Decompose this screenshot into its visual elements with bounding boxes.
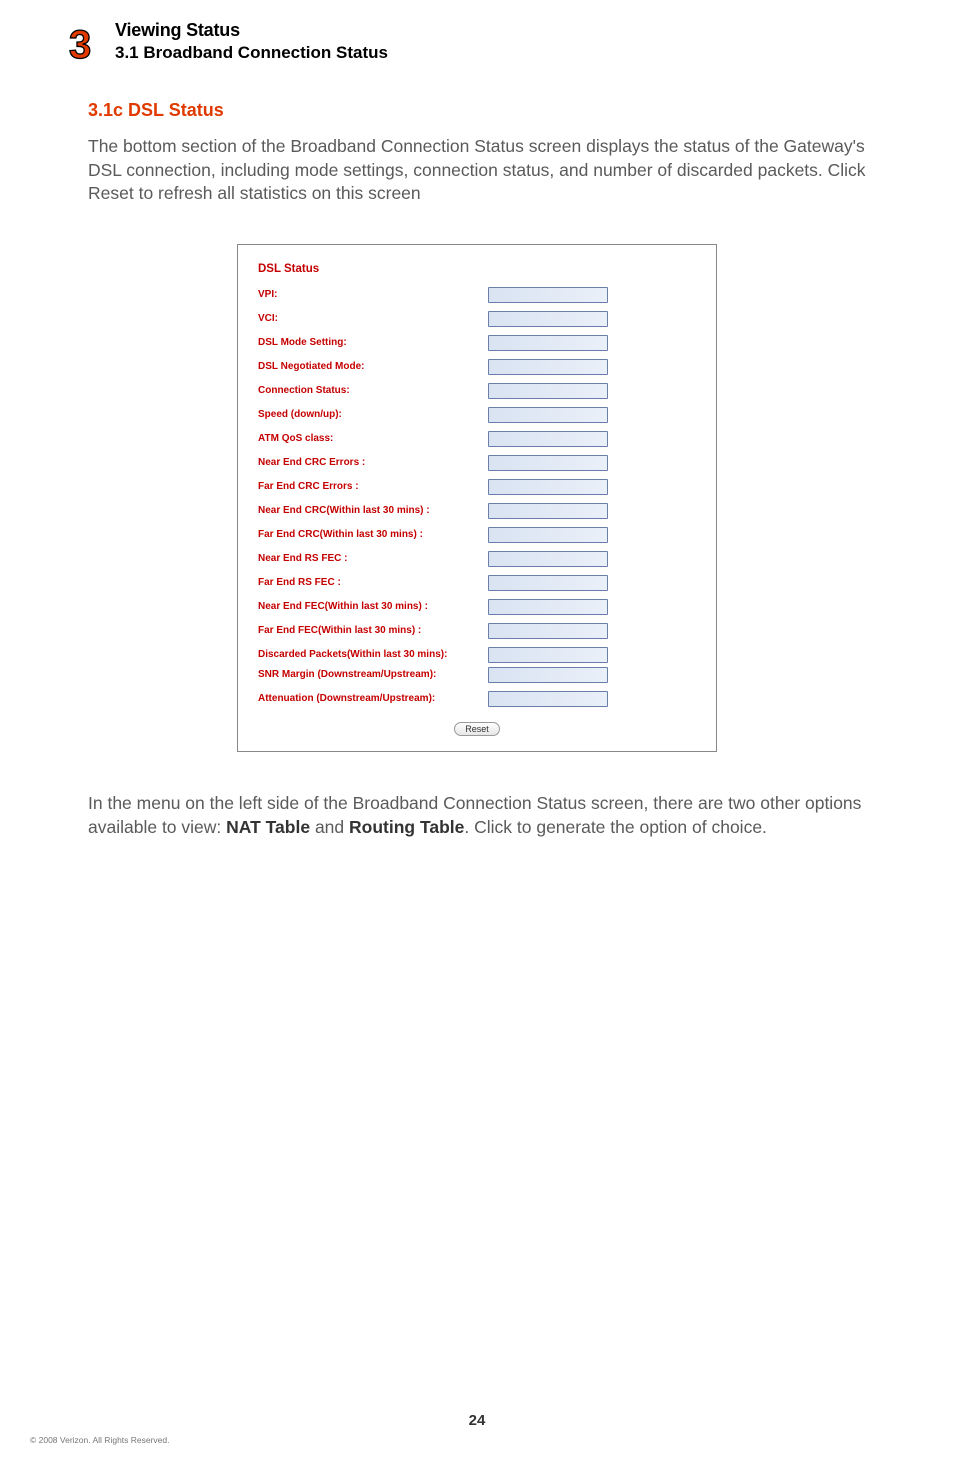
copyright-text: © 2008 Verizon. All Rights Reserved. [30, 1435, 170, 1445]
header-titles: Viewing Status 3.1 Broadband Connection … [115, 20, 388, 63]
figure-row: ATM QoS class: [258, 431, 696, 447]
figure-row-value [488, 359, 608, 375]
figure-row-value [488, 599, 608, 615]
chapter-number-icon: 3 [65, 20, 103, 64]
figure-row-label: VCI: [258, 313, 488, 324]
figure-row: Attenuation (Downstream/Upstream): [258, 691, 696, 707]
figure-row-label: Speed (down/up): [258, 409, 488, 420]
figure-row-value [488, 551, 608, 567]
figure-row-label: Far End FEC(Within last 30 mins) : [258, 625, 488, 636]
figure-row: Connection Status: [258, 383, 696, 399]
figure-row-label: Near End CRC Errors : [258, 457, 488, 468]
figure-row-value [488, 623, 608, 639]
p2-bold-routing: Routing Table [349, 817, 464, 837]
figure-row: Near End RS FEC : [258, 551, 696, 567]
figure-row-label: DSL Negotiated Mode: [258, 361, 488, 372]
figure-row-label: SNR Margin (Downstream/Upstream): [258, 669, 488, 680]
figure-row-label: Near End FEC(Within last 30 mins) : [258, 601, 488, 612]
figure-row: Far End FEC(Within last 30 mins) : [258, 623, 696, 639]
p2-text-mid: and [310, 817, 349, 837]
figure-row: Speed (down/up): [258, 407, 696, 423]
figure-row: Discarded Packets(Within last 30 mins): [258, 647, 696, 663]
p2-bold-nat: NAT Table [226, 817, 310, 837]
figure-title: DSL Status [258, 263, 696, 275]
figure-row: Near End CRC Errors : [258, 455, 696, 471]
title-sub: 3.1 Broadband Connection Status [115, 43, 388, 63]
title-main: Viewing Status [115, 20, 388, 41]
figure-row-value [488, 287, 608, 303]
figure-row-value [488, 383, 608, 399]
figure-row-value [488, 311, 608, 327]
figure-row-label: DSL Mode Setting: [258, 337, 488, 348]
figure-row-value [488, 455, 608, 471]
content-area: 3.1c DSL Status The bottom section of th… [0, 64, 954, 839]
figure-row: DSL Negotiated Mode: [258, 359, 696, 375]
figure-row-label: ATM QoS class: [258, 433, 488, 444]
figure-row-label: Far End CRC Errors : [258, 481, 488, 492]
figure-row: Near End FEC(Within last 30 mins) : [258, 599, 696, 615]
figure-button-row: Reset [258, 719, 696, 737]
page-header: 3 Viewing Status 3.1 Broadband Connectio… [0, 0, 954, 64]
figure-row-label: Attenuation (Downstream/Upstream): [258, 693, 488, 704]
section-heading: 3.1c DSL Status [88, 100, 866, 121]
figure-row-value [488, 407, 608, 423]
figure-rows: VPI: VCI: DSL Mode Setting: DSL Negotiated … [258, 287, 696, 707]
figure-row-label: Discarded Packets(Within last 30 mins): [258, 649, 488, 660]
figure-row-label: VPI: [258, 289, 488, 300]
figure-row-label: Far End CRC(Within last 30 mins) : [258, 529, 488, 540]
figure-row: DSL Mode Setting: [258, 335, 696, 351]
figure-row-value [488, 431, 608, 447]
figure-row-label: Near End CRC(Within last 30 mins) : [258, 505, 488, 516]
figure-row: VCI: [258, 311, 696, 327]
figure-row-value [488, 667, 608, 683]
figure-row-value [488, 503, 608, 519]
figure-row: SNR Margin (Downstream/Upstream): [258, 667, 696, 683]
figure-row: Far End RS FEC : [258, 575, 696, 591]
p2-text-end: . Click to generate the option of choice… [464, 817, 767, 837]
section-paragraph-2: In the menu on the left side of the Broa… [88, 792, 866, 839]
figure-row-label: Far End RS FEC : [258, 577, 488, 588]
dsl-status-figure: DSL Status VPI: VCI: DSL Mode Setting: DSL … [237, 244, 717, 752]
figure-row-value [488, 647, 608, 663]
svg-text:3: 3 [69, 23, 91, 64]
figure-row-value [488, 335, 608, 351]
figure-row-value [488, 527, 608, 543]
section-paragraph-1: The bottom section of the Broadband Conn… [88, 135, 866, 206]
figure-row-value [488, 691, 608, 707]
page-number: 24 [0, 1412, 954, 1429]
reset-button[interactable]: Reset [454, 722, 500, 736]
figure-row: Far End CRC Errors : [258, 479, 696, 495]
figure-row-value [488, 479, 608, 495]
figure-row-value [488, 575, 608, 591]
figure-row: Far End CRC(Within last 30 mins) : [258, 527, 696, 543]
figure-row: VPI: [258, 287, 696, 303]
figure-row-label: Near End RS FEC : [258, 553, 488, 564]
figure-row: Near End CRC(Within last 30 mins) : [258, 503, 696, 519]
figure-row-label: Connection Status: [258, 385, 488, 396]
